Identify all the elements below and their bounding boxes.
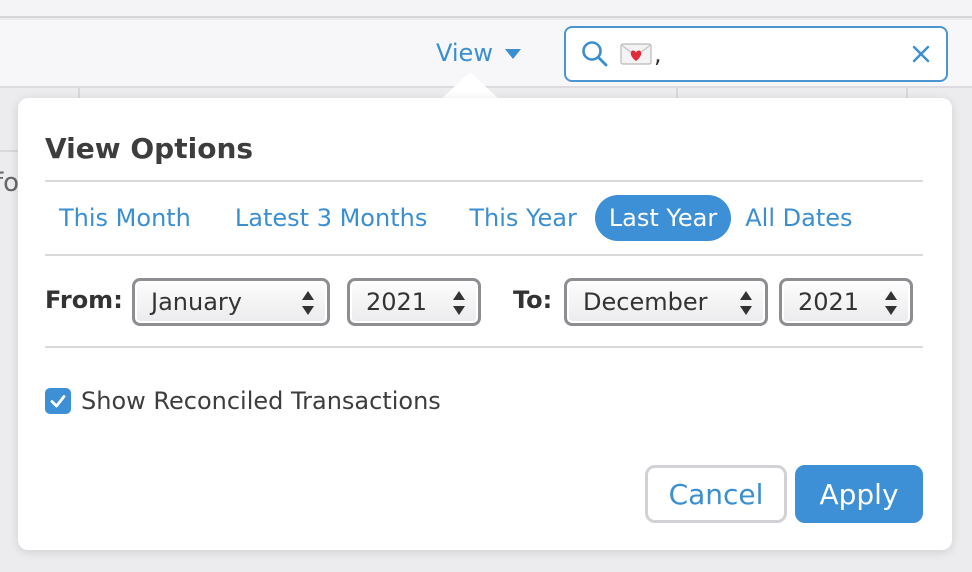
caret-down-icon — [504, 49, 521, 59]
to-month-value: December — [583, 288, 708, 316]
date-range-tabs: This Month Latest 3 Months This Year Las… — [45, 195, 867, 241]
tab-this-month[interactable]: This Month — [45, 195, 205, 241]
view-menu-button[interactable]: View — [436, 36, 521, 70]
up-down-arrows-icon — [302, 291, 314, 315]
up-down-arrows-icon — [740, 291, 752, 315]
to-label: To: — [513, 286, 553, 314]
up-down-arrows-icon — [453, 291, 465, 315]
checkmark-icon — [50, 395, 66, 408]
close-icon[interactable] — [910, 43, 932, 65]
from-month-value: January — [151, 288, 242, 316]
tab-all-dates[interactable]: All Dates — [731, 195, 866, 241]
view-menu-label: View — [436, 39, 493, 67]
apply-button[interactable]: Apply — [795, 465, 923, 523]
tab-this-year[interactable]: This Year — [455, 195, 590, 241]
from-label: From: — [45, 286, 123, 314]
show-reconciled-label: Show Reconciled Transactions — [81, 387, 441, 415]
background-partial-text: fo — [0, 168, 20, 198]
to-year-value: 2021 — [798, 288, 860, 316]
from-month-select[interactable]: January — [132, 278, 330, 326]
search-icon — [582, 41, 608, 67]
to-month-select[interactable]: December — [564, 278, 768, 326]
to-year-select[interactable]: 2021 — [779, 278, 913, 326]
divider — [45, 346, 923, 348]
window-top-strip — [0, 0, 972, 18]
up-down-arrows-icon — [885, 291, 897, 315]
popover-title: View Options — [45, 132, 254, 165]
cancel-button[interactable]: Cancel — [645, 465, 787, 523]
tab-latest-3-months[interactable]: Latest 3 Months — [221, 195, 441, 241]
envelope-with-heart-icon — [620, 43, 652, 65]
show-reconciled-row: Show Reconciled Transactions — [45, 384, 441, 418]
tab-last-year[interactable]: Last Year — [594, 195, 732, 241]
view-options-popover: View Options This Month Latest 3 Months … — [18, 98, 952, 550]
background-divider — [0, 150, 20, 152]
divider — [45, 180, 923, 182]
search-field[interactable] — [564, 26, 948, 82]
from-year-value: 2021 — [366, 288, 428, 316]
show-reconciled-checkbox[interactable] — [45, 388, 71, 414]
divider — [45, 254, 923, 256]
search-input[interactable] — [654, 40, 854, 68]
popover-arrow — [440, 72, 500, 100]
from-year-select[interactable]: 2021 — [347, 278, 481, 326]
